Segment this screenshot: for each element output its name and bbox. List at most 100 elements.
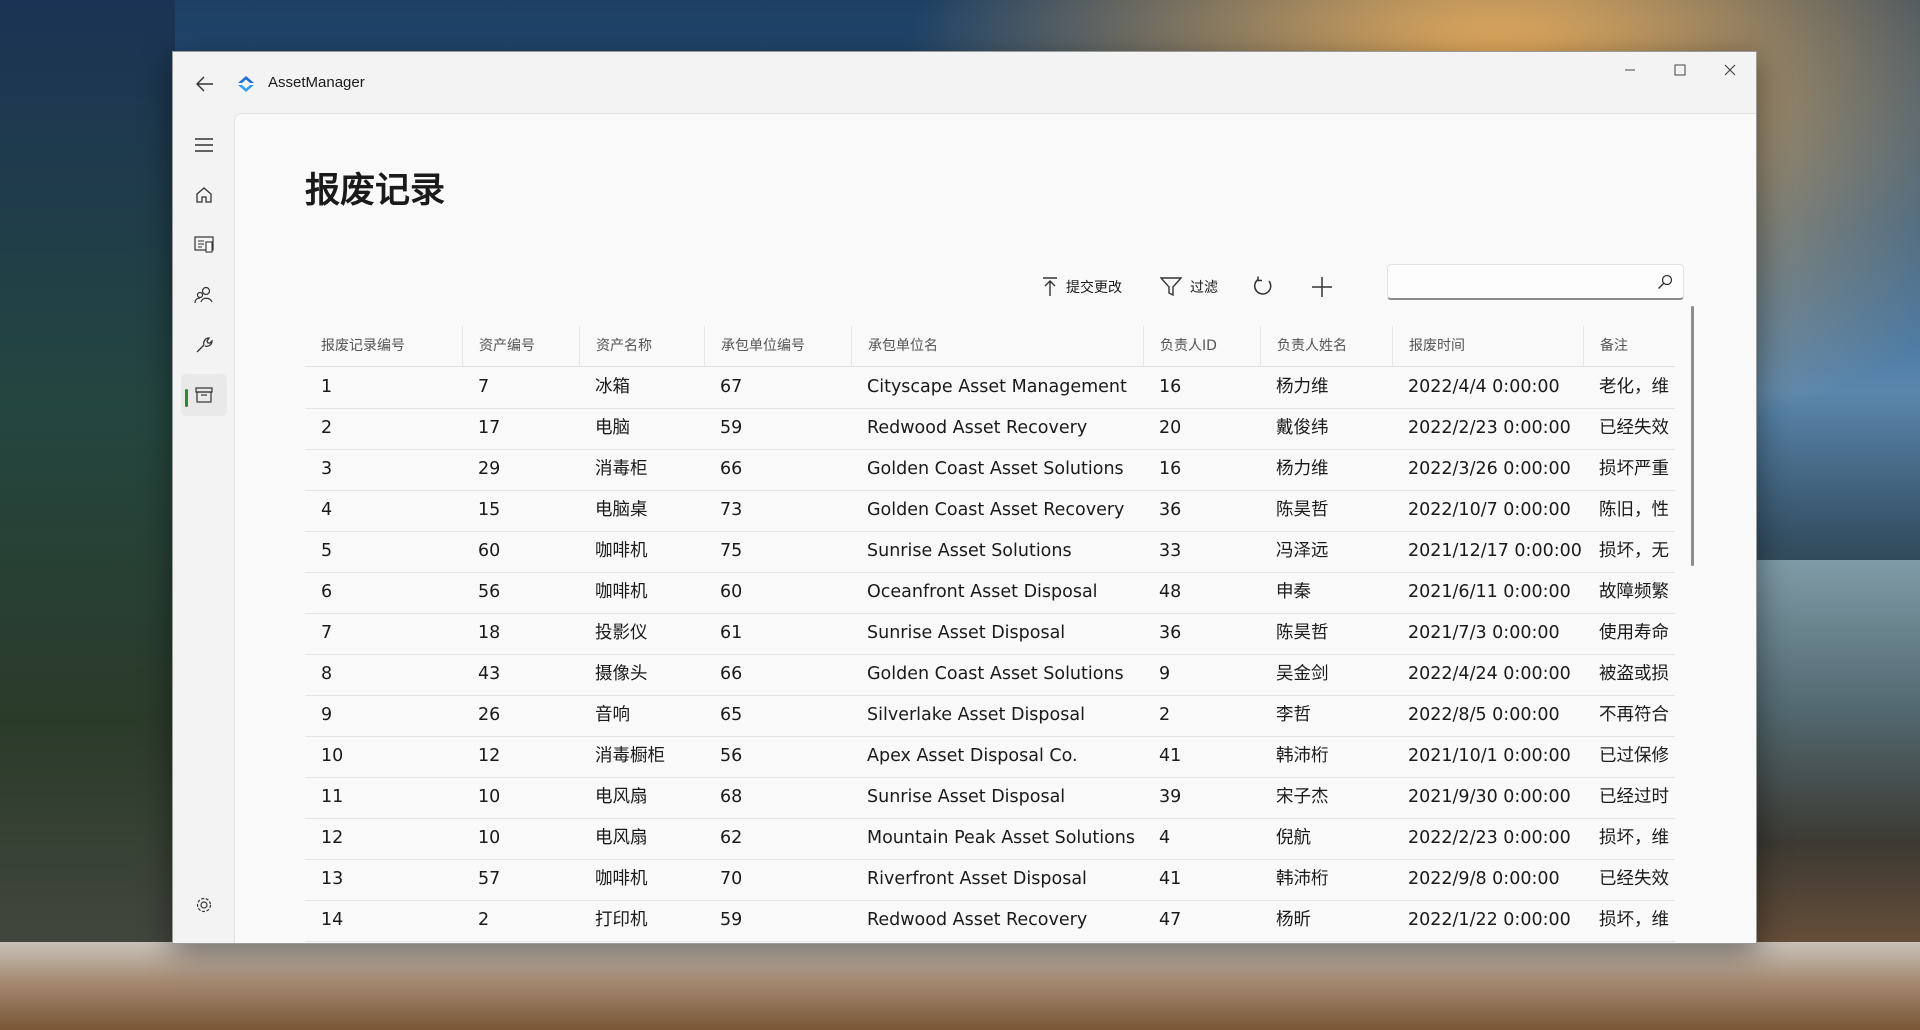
table-row[interactable]: 9 26 音响 65 Silverlake Asset Disposal 2 李哲 2022/… (305, 695, 1675, 737)
cell-scrap-id: 10 (321, 746, 344, 766)
vertical-scrollbar[interactable] (1691, 306, 1694, 566)
cell-asset-name: 消毒柜 (595, 459, 648, 479)
back-button[interactable] (185, 66, 225, 102)
cell-asset-id: 17 (478, 418, 501, 438)
cell-owner-name: 韩沛桁 (1276, 869, 1329, 889)
cell-asset-name: 音响 (595, 705, 630, 725)
cell-scrap-time: 2022/4/24 0:00:00 (1408, 664, 1571, 684)
cell-contractor-id: 67 (720, 377, 743, 397)
cell-contractor-id: 73 (720, 500, 743, 520)
scrap-records-table: 报废记录编号 资产编号 资产名称 承包单位编号 承包单位名 负责人ID 负责人姓… (305, 326, 1675, 943)
column-header-contractor-name[interactable]: 承包单位名 (851, 326, 1143, 366)
cell-asset-name: 摄像头 (595, 664, 648, 684)
cell-owner-id: 41 (1159, 746, 1182, 766)
app-window: AssetManager 报废记录 提交更改 过滤 报废记录编号 资产编号 资产… (172, 51, 1757, 944)
cell-asset-name: 电脑 (595, 418, 630, 438)
close-icon (1724, 64, 1736, 76)
table-row[interactable]: 13 57 咖啡机 70 Riverfront Asset Disposal 41 韩沛桁 2… (305, 859, 1675, 901)
cell-remarks: 已经失效 (1599, 869, 1669, 889)
cell-asset-id: 18 (478, 623, 501, 643)
cell-owner-id: 4 (1159, 828, 1171, 848)
submit-changes-label: 提交更改 (1066, 280, 1122, 296)
search-icon[interactable] (1657, 274, 1673, 290)
cell-asset-id: 2 (478, 910, 490, 930)
cell-contractor-id: 66 (720, 664, 743, 684)
cell-scrap-time: 2021/6/11 0:00:00 (1408, 582, 1571, 602)
nav-item-maintenance[interactable] (181, 324, 227, 366)
cell-owner-name: 冯泽远 (1276, 541, 1329, 561)
nav-item-settings[interactable] (181, 884, 227, 926)
table-header-row: 报废记录编号 资产编号 资产名称 承包单位编号 承包单位名 负责人ID 负责人姓… (305, 326, 1675, 367)
table-row[interactable]: 10 12 消毒橱柜 56 Apex Asset Disposal Co. 41 韩沛桁 20… (305, 736, 1675, 778)
table-row[interactable]: 8 43 摄像头 66 Golden Coast Asset Solutions 9 吴金剑… (305, 654, 1675, 696)
column-header-scrap-id[interactable]: 报废记录编号 (305, 326, 462, 366)
cell-remarks: 使用寿命 (1599, 623, 1669, 643)
column-header-asset-id[interactable]: 资产编号 (462, 326, 579, 366)
cell-asset-id: 12 (478, 746, 501, 766)
table-row[interactable]: 4 15 电脑桌 73 Golden Coast Asset Recovery 36 陈昊哲… (305, 490, 1675, 532)
plus-icon (1312, 277, 1332, 297)
maximize-button[interactable] (1655, 52, 1705, 88)
cell-contractor-id: 70 (720, 869, 743, 889)
column-header-contractor-id[interactable]: 承包单位编号 (704, 326, 851, 366)
cell-contractor-name: Oceanfront Asset Disposal (867, 582, 1098, 602)
cell-owner-id: 33 (1159, 541, 1182, 561)
cell-asset-name: 咖啡机 (595, 541, 648, 561)
cell-owner-name: 韩沛桁 (1276, 746, 1329, 766)
minimize-button[interactable] (1605, 52, 1655, 88)
table-row[interactable]: 11 10 电风扇 68 Sunrise Asset Disposal 39 宋子杰 2021… (305, 777, 1675, 819)
search-input[interactable] (1398, 271, 1642, 295)
table-row[interactable]: 2 17 电脑 59 Redwood Asset Recovery 20 戴俊纬 2022/2… (305, 408, 1675, 450)
column-header-owner-id[interactable]: 负责人ID (1143, 326, 1260, 366)
table-row[interactable]: 7 18 投影仪 61 Sunrise Asset Disposal 36 陈昊哲 2021/… (305, 613, 1675, 655)
search-box[interactable] (1387, 264, 1684, 300)
cell-scrap-time: 2021/10/1 0:00:00 (1408, 746, 1571, 766)
nav-item-assets[interactable] (181, 224, 227, 266)
table-row[interactable]: 14 2 打印机 59 Redwood Asset Recovery 47 杨昕 2022/1… (305, 900, 1675, 942)
cell-owner-name: 申秦 (1276, 582, 1311, 602)
cell-scrap-time: 2022/2/23 0:00:00 (1408, 418, 1571, 438)
column-header-owner-name[interactable]: 负责人姓名 (1260, 326, 1392, 366)
selection-indicator (185, 389, 188, 407)
table-row[interactable]: 12 10 电风扇 62 Mountain Peak Asset Solutions 4 倪… (305, 818, 1675, 860)
filter-icon (1160, 277, 1182, 297)
cell-owner-id: 9 (1159, 664, 1171, 684)
filter-button[interactable]: 过滤 (1160, 272, 1218, 302)
cell-asset-name: 电风扇 (595, 828, 648, 848)
column-header-scrap-time[interactable]: 报废时间 (1392, 326, 1583, 366)
cell-remarks: 不再符合 (1599, 705, 1669, 725)
cell-contractor-id: 59 (720, 910, 743, 930)
nav-item-scrap-records[interactable] (181, 374, 227, 416)
submit-changes-button[interactable]: 提交更改 (1042, 272, 1122, 302)
desktop-wallpaper-beach (0, 942, 1920, 1030)
cell-owner-name: 杨昕 (1276, 910, 1311, 930)
cell-asset-name: 投影仪 (595, 623, 648, 643)
add-record-button[interactable] (1311, 272, 1333, 302)
cell-contractor-name: Golden Coast Asset Solutions (867, 664, 1124, 684)
table-row[interactable]: 6 56 咖啡机 60 Oceanfront Asset Disposal 48 申秦 202… (305, 572, 1675, 614)
cell-scrap-time: 2021/9/30 0:00:00 (1408, 787, 1571, 807)
nav-menu-toggle[interactable] (181, 124, 227, 166)
desktop-wallpaper-left (0, 0, 175, 1030)
cell-owner-name: 倪航 (1276, 828, 1311, 848)
title-bar: AssetManager (173, 52, 1756, 112)
cell-owner-name: 陈昊哲 (1276, 500, 1329, 520)
table-row[interactable]: 5 60 咖啡机 75 Sunrise Asset Solutions 33 冯泽远 2021… (305, 531, 1675, 573)
nav-item-people[interactable] (181, 274, 227, 316)
refresh-button[interactable] (1252, 272, 1274, 302)
table-row[interactable]: 3 29 消毒柜 66 Golden Coast Asset Solutions 16 杨力… (305, 449, 1675, 491)
cell-remarks: 老化，维 (1599, 377, 1669, 397)
cell-scrap-id: 4 (321, 500, 333, 520)
close-button[interactable] (1705, 52, 1755, 88)
cell-owner-id: 47 (1159, 910, 1182, 930)
nav-item-home[interactable] (181, 174, 227, 216)
cell-asset-id: 15 (478, 500, 501, 520)
cell-remarks: 故障频繁 (1599, 582, 1669, 602)
cell-asset-id: 10 (478, 828, 501, 848)
table-row[interactable]: 1 7 冰箱 67 Cityscape Asset Management 16 杨力维 202… (305, 367, 1675, 409)
column-header-asset-name[interactable]: 资产名称 (579, 326, 704, 366)
people-icon (194, 286, 213, 304)
column-header-remarks[interactable]: 备注 (1583, 326, 1675, 366)
cell-contractor-name: Golden Coast Asset Recovery (867, 500, 1125, 520)
cell-owner-id: 36 (1159, 623, 1182, 643)
